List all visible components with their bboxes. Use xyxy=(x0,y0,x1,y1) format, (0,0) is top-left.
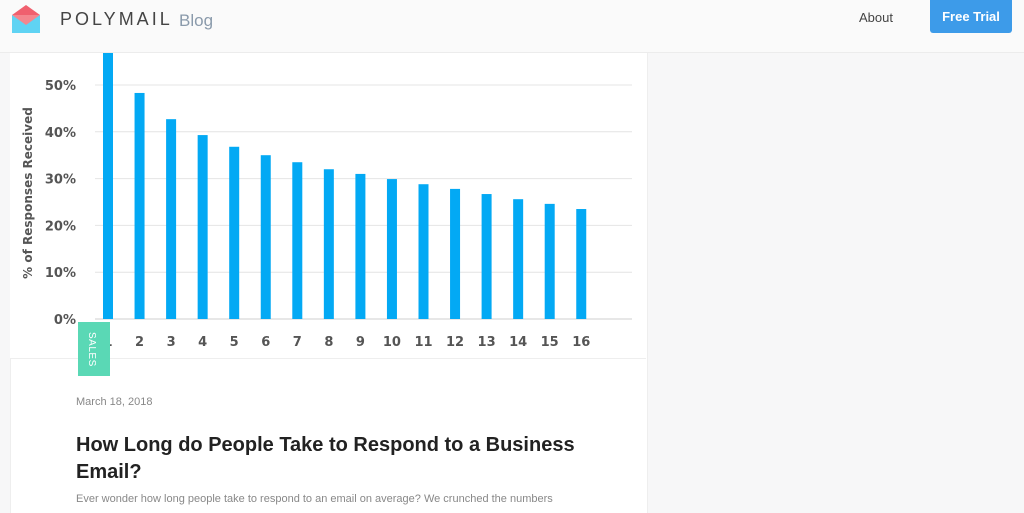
brand-blog-label[interactable]: Blog xyxy=(179,11,213,31)
bar xyxy=(103,53,113,320)
bar xyxy=(355,173,366,319)
bar xyxy=(544,203,555,319)
bar xyxy=(513,199,524,319)
post-date: March 18, 2018 xyxy=(76,396,153,408)
x-tick-label: 9 xyxy=(356,335,365,350)
x-tick-label: 2 xyxy=(135,335,144,350)
bar xyxy=(450,188,461,319)
x-tick-label: 5 xyxy=(230,335,239,350)
category-label: SALES xyxy=(86,332,97,367)
x-tick-label: 16 xyxy=(572,335,590,350)
free-trial-button[interactable]: Free Trial xyxy=(930,0,1012,33)
brand-name[interactable]: POLYMAIL xyxy=(60,9,173,30)
x-tick-label: 8 xyxy=(324,335,333,350)
bar xyxy=(386,179,397,319)
y-tick-label: 50% xyxy=(45,79,76,94)
bar xyxy=(197,135,208,319)
x-tick-label: 13 xyxy=(478,335,496,350)
post-title[interactable]: How Long do People Take to Respond to a … xyxy=(76,432,616,486)
bar xyxy=(418,184,429,319)
bar xyxy=(260,155,271,319)
bar xyxy=(323,169,334,319)
bar xyxy=(229,146,240,319)
x-tick-label: 7 xyxy=(293,335,302,350)
polymail-logo-icon[interactable] xyxy=(10,5,42,35)
response-rate-chart: 0%10%20%30%40%50%12345678910111213141516… xyxy=(21,53,632,350)
x-tick-label: 14 xyxy=(509,335,527,350)
category-tag[interactable]: SALES xyxy=(78,322,110,376)
x-tick-label: 11 xyxy=(414,335,432,350)
y-axis-label: % of Responses Received xyxy=(21,107,35,279)
x-tick-label: 12 xyxy=(446,335,464,350)
x-tick-label: 15 xyxy=(541,335,559,350)
x-tick-label: 6 xyxy=(261,335,270,350)
site-header: POLYMAIL Blog About Free Trial xyxy=(0,0,1024,53)
x-tick-label: 4 xyxy=(198,335,207,350)
y-tick-label: 30% xyxy=(45,173,76,188)
x-tick-label: 3 xyxy=(167,335,176,350)
post-excerpt: Ever wonder how long people take to resp… xyxy=(76,493,553,505)
post-featured-image[interactable]: 0%10%20%30%40%50%12345678910111213141516… xyxy=(10,53,646,359)
y-tick-label: 20% xyxy=(45,219,76,234)
y-tick-label: 10% xyxy=(45,266,76,281)
nav-about-link[interactable]: About xyxy=(859,10,893,25)
bar xyxy=(166,119,177,319)
x-tick-label: 10 xyxy=(383,335,401,350)
bar xyxy=(481,194,492,319)
y-tick-label: 0% xyxy=(54,313,76,328)
bar xyxy=(134,92,145,320)
bar xyxy=(576,209,587,319)
bar xyxy=(292,162,303,319)
y-tick-label: 40% xyxy=(45,126,76,141)
